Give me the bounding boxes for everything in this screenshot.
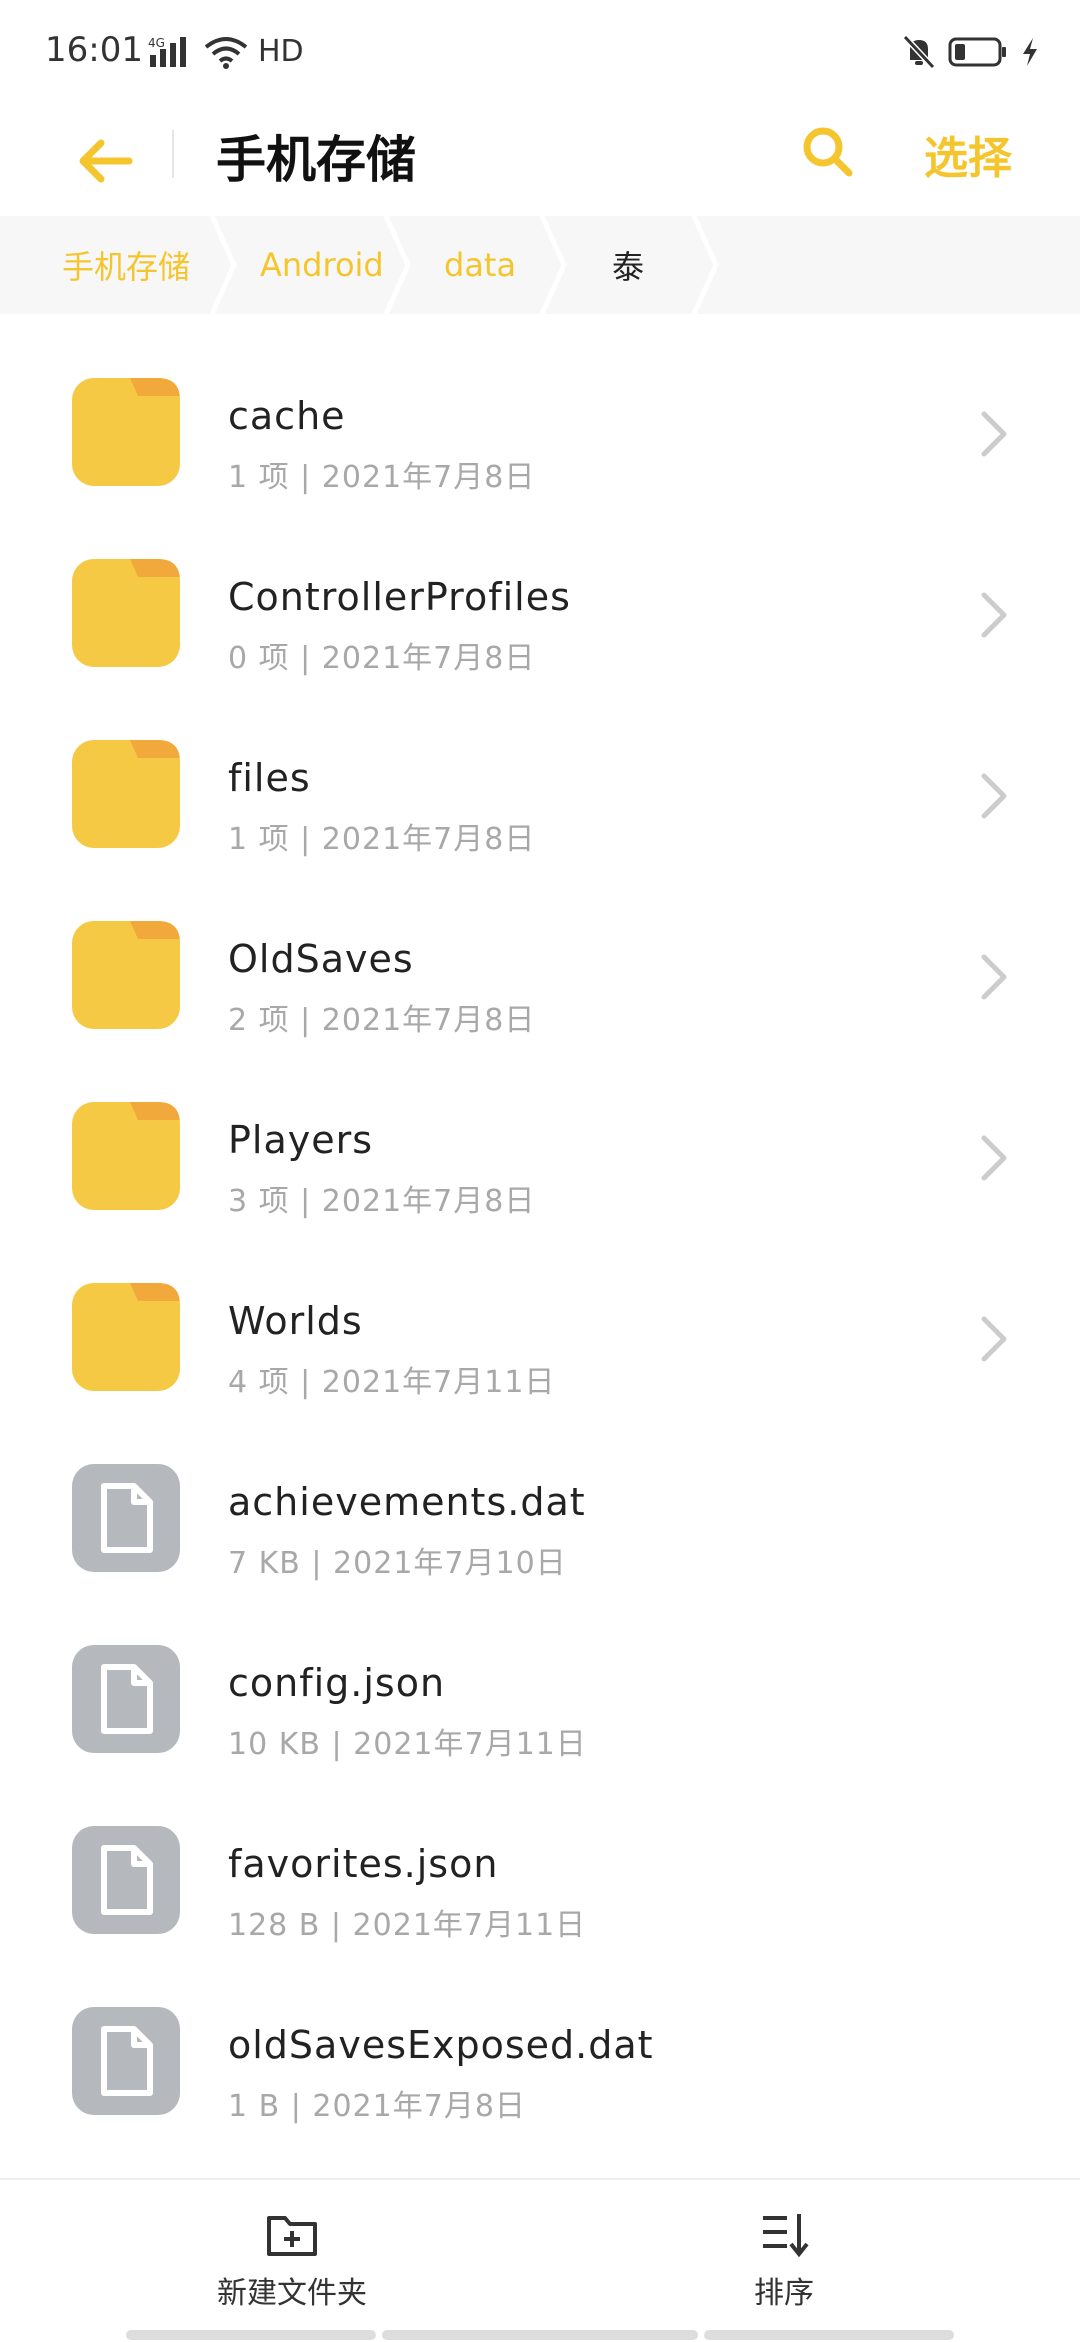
charging-bolt-icon (1023, 38, 1037, 66)
file-icon (72, 1826, 180, 1934)
sort-button[interactable]: 排序 (654, 2210, 914, 2320)
file-name: favorites.json (228, 1842, 499, 1886)
list-item-folder-files[interactable]: files 1 项 | 2021年7月8日 (0, 676, 1080, 857)
file-meta: 1 项 | 2021年7月8日 (228, 822, 536, 857)
chevron-right-icon (981, 1135, 1007, 1181)
breadcrumb-item-current: 泰 (612, 248, 645, 286)
new-folder-button[interactable]: 新建文件夹 (162, 2210, 422, 2320)
wifi-icon (204, 36, 248, 69)
header-divider (172, 130, 174, 178)
folder-icon (72, 1102, 180, 1210)
file-meta: 2 项 | 2021年7月8日 (228, 1003, 536, 1038)
file-meta: 0 项 | 2021年7月8日 (228, 641, 536, 676)
mute-bell-icon (902, 34, 936, 70)
breadcrumb-separator-icon (539, 216, 567, 314)
network-type-label: 4G (148, 36, 165, 50)
folder-icon (72, 1283, 180, 1391)
back-button[interactable] (70, 126, 140, 196)
battery-icon (948, 37, 1006, 67)
file-meta: 1 B | 2021年7月8日 (228, 2089, 526, 2124)
breadcrumb-item-phone-storage[interactable]: 手机存储 (62, 216, 190, 314)
file-name: config.json (228, 1661, 446, 1705)
nav-handle-center (382, 2330, 698, 2340)
search-button[interactable] (796, 120, 860, 184)
file-meta: 10 KB | 2021年7月11日 (228, 1727, 587, 1762)
file-name: Players (228, 1118, 374, 1162)
file-name: achievements.dat (228, 1480, 586, 1524)
sort-label: 排序 (754, 2276, 814, 2311)
list-item-folder-controllerprofiles[interactable]: ControllerProfiles 0 项 | 2021年7月8日 (0, 495, 1080, 676)
file-icon (72, 1645, 180, 1753)
chevron-right-icon (981, 954, 1007, 1000)
status-time: 16:01 (45, 30, 143, 70)
new-folder-icon (267, 2216, 317, 2256)
file-meta: 1 项 | 2021年7月8日 (228, 460, 536, 495)
bottom-toolbar: 新建文件夹 排序 (0, 2178, 1080, 2342)
list-item-folder-cache[interactable]: cache 1 项 | 2021年7月8日 (0, 314, 1080, 495)
file-meta: 128 B | 2021年7月11日 (228, 1908, 587, 1943)
file-name: OldSaves (228, 937, 414, 981)
search-icon (803, 127, 853, 177)
signal-icon: 4G (148, 36, 186, 67)
file-name: Worlds (228, 1299, 363, 1343)
file-name: files (228, 756, 311, 800)
status-bar: 16:01 4G HD (0, 0, 1080, 104)
chevron-right-icon (981, 592, 1007, 638)
breadcrumb: 手机存储 Android data 泰 (0, 216, 1080, 314)
list-item-file-config[interactable]: config.json 10 KB | 2021年7月11日 (0, 1581, 1080, 1762)
list-item-folder-oldsaves[interactable]: OldSaves 2 项 | 2021年7月8日 (0, 857, 1080, 1038)
file-name: ControllerProfiles (228, 575, 571, 619)
folder-icon (72, 740, 180, 848)
status-system-group (902, 34, 1040, 70)
folder-icon (72, 921, 180, 1029)
chevron-right-icon (981, 1316, 1007, 1362)
file-meta: 3 项 | 2021年7月8日 (228, 1184, 536, 1219)
breadcrumb-separator-icon (209, 216, 237, 314)
file-meta: 4 项 | 2021年7月11日 (228, 1365, 556, 1400)
nav-handle-right (704, 2330, 954, 2340)
chevron-right-icon (981, 411, 1007, 457)
chevron-right-icon (981, 773, 1007, 819)
back-arrow-icon (79, 139, 133, 183)
nav-handle-left (126, 2330, 376, 2340)
breadcrumb-item-android[interactable]: Android (260, 216, 384, 314)
app-header: 手机存储 选择 (0, 104, 1080, 216)
breadcrumb-separator-icon (383, 216, 411, 314)
sort-icon (763, 2214, 809, 2258)
hd-indicator: HD (258, 34, 304, 69)
list-item-folder-players[interactable]: Players 3 项 | 2021年7月8日 (0, 1038, 1080, 1219)
folder-icon (72, 559, 180, 667)
select-button[interactable]: 选择 (924, 122, 1012, 186)
list-item-file-achievements[interactable]: achievements.dat 7 KB | 2021年7月10日 (0, 1400, 1080, 1581)
status-network-group: 4G HD (148, 34, 304, 69)
folder-icon (72, 378, 180, 486)
file-name: cache (228, 394, 346, 438)
new-folder-label: 新建文件夹 (217, 2276, 367, 2311)
list-item-file-oldsavesexposed[interactable]: oldSavesExposed.dat 1 B | 2021年7月8日 (0, 1943, 1080, 2124)
breadcrumb-item-data[interactable]: data (444, 216, 516, 314)
file-name: oldSavesExposed.dat (228, 2023, 654, 2067)
list-item-folder-worlds[interactable]: Worlds 4 项 | 2021年7月11日 (0, 1219, 1080, 1400)
breadcrumb-separator-icon (691, 216, 719, 314)
page-title: 手机存储 (216, 131, 416, 189)
file-meta: 7 KB | 2021年7月10日 (228, 1546, 567, 1581)
file-icon (72, 2007, 180, 2115)
file-icon (72, 1464, 180, 1572)
list-item-file-favorites[interactable]: favorites.json 128 B | 2021年7月11日 (0, 1762, 1080, 1943)
